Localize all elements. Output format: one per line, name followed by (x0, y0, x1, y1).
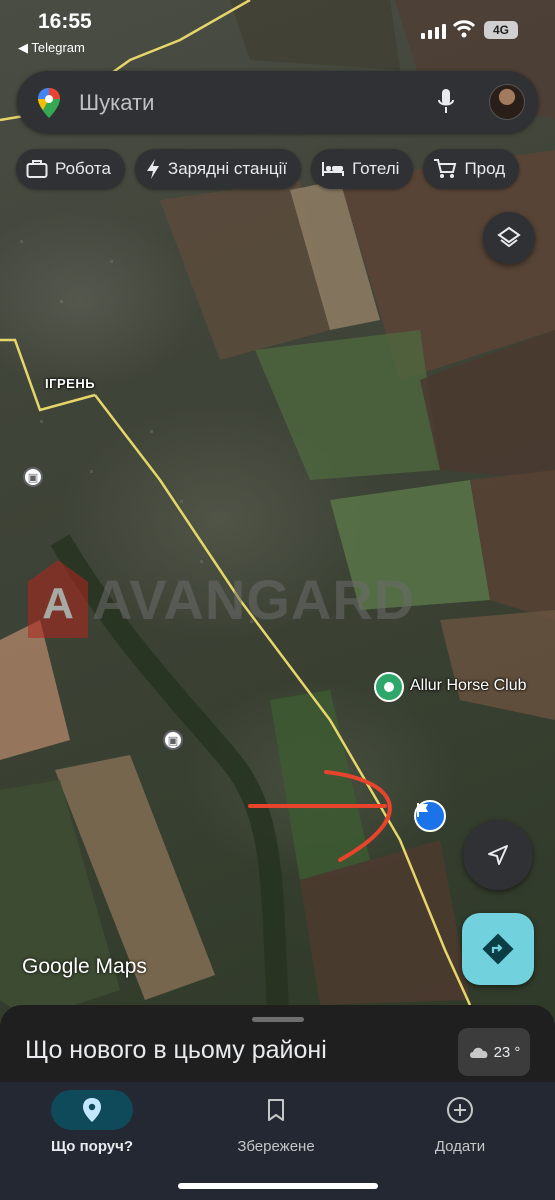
chip-label: Прод (464, 159, 506, 178)
avatar[interactable] (489, 84, 525, 120)
watermark-text: AVANGARD (92, 567, 416, 631)
category-chips: Робота Зарядні станції Готелі Прод (16, 149, 520, 189)
add-circle-icon (447, 1097, 473, 1123)
map-attribution: Google Maps (22, 955, 147, 978)
layers-button[interactable] (483, 212, 535, 264)
bed-icon (322, 162, 345, 176)
poi-label[interactable]: Allur Horse Club (410, 677, 526, 695)
status-time: 16:55 (38, 10, 92, 33)
tab-nearby[interactable]: Що поруч? (17, 1090, 167, 1155)
chip-work[interactable]: Робота (16, 149, 125, 189)
tab-label: Що поруч? (50, 1138, 134, 1155)
navigation-arrow-icon (488, 845, 508, 865)
bookmark-icon (268, 1099, 284, 1121)
chip-label: Зарядні станції (167, 159, 288, 178)
chip-charging-stations[interactable]: Зарядні станції (134, 149, 302, 189)
search-input[interactable]: Шукати (79, 90, 154, 116)
briefcase-icon (26, 160, 48, 178)
sheet-title: Що нового в цьому районі (25, 1036, 327, 1064)
layers-icon (497, 226, 521, 248)
poi-pin-icon[interactable] (374, 672, 404, 702)
chip-label: Готелі (352, 159, 400, 178)
place-label: ІГРЕНЬ (45, 376, 96, 391)
nav-active-indicator (51, 1090, 133, 1130)
flag-pin-icon[interactable] (414, 800, 446, 832)
transit-station-icon[interactable]: ▣ (163, 730, 183, 750)
transit-station-icon[interactable]: ▣ (23, 467, 43, 487)
cellular-signal-icon (421, 24, 446, 39)
chip-groceries[interactable]: Прод (423, 149, 520, 189)
tab-contribute[interactable]: Додати (385, 1090, 535, 1155)
chip-label: Робота (55, 159, 111, 178)
tab-label: Додати (434, 1138, 486, 1155)
cloud-icon (469, 1047, 488, 1058)
search-bar[interactable]: Шукати (17, 71, 538, 133)
watermark: A AVANGARD (28, 560, 415, 638)
location-pin-icon (83, 1098, 101, 1122)
chip-hotels[interactable]: Готелі (311, 149, 414, 189)
wifi-icon (452, 20, 476, 38)
bottom-nav: Що поруч? Збережене Додати (0, 1082, 555, 1200)
back-to-app-link[interactable]: ◀ Telegram (18, 40, 85, 56)
cart-icon (434, 159, 457, 178)
directions-icon (482, 933, 514, 965)
weather-badge[interactable]: 23 ° (458, 1028, 530, 1076)
directions-button[interactable] (462, 913, 534, 985)
sheet-drag-handle[interactable] (252, 1017, 304, 1022)
tab-label: Збережене (237, 1138, 315, 1155)
bolt-icon (146, 159, 159, 179)
watermark-logo: A (28, 560, 88, 638)
status-bar: 16:55 ◀ Telegram 4G (0, 0, 555, 60)
maps-pin-icon (38, 88, 60, 118)
network-battery-badge: 4G (484, 21, 518, 39)
tab-saved[interactable]: Збережене (201, 1090, 351, 1155)
mic-icon[interactable] (437, 88, 455, 116)
weather-temperature: 23 ° (493, 1043, 521, 1061)
home-indicator[interactable] (178, 1183, 378, 1189)
my-location-button[interactable] (463, 820, 533, 890)
